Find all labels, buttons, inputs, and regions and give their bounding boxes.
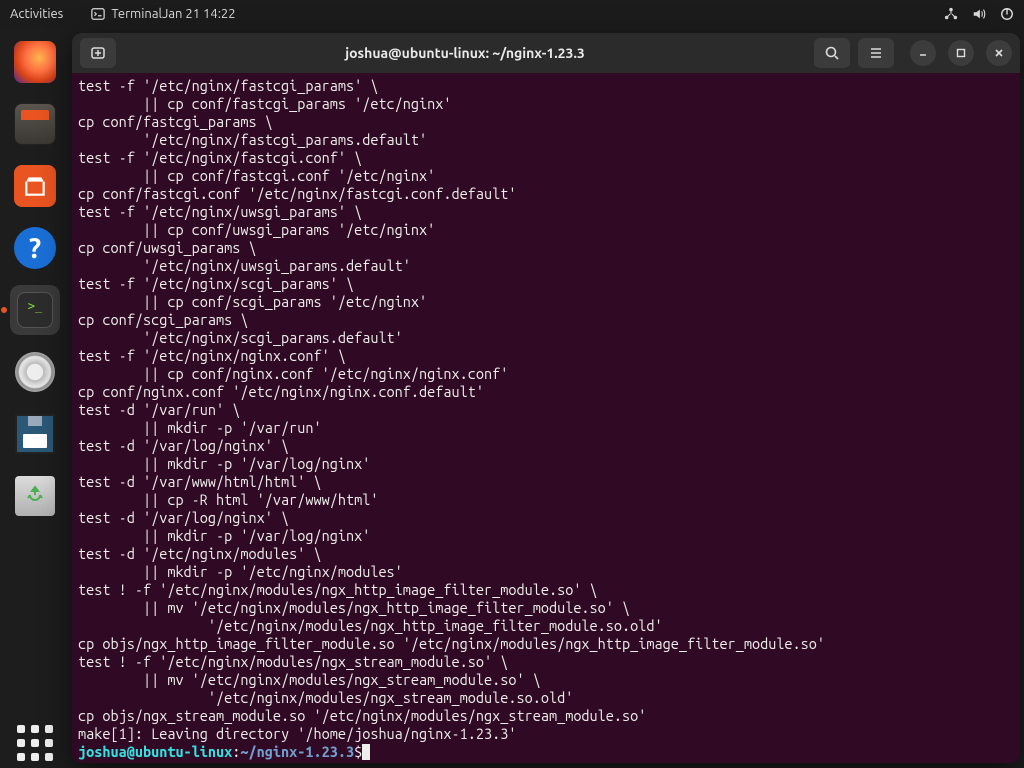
minimize-icon (917, 47, 929, 59)
gnome-topbar: Activities Terminal Jan 21 14:22 (0, 0, 1024, 27)
cursor (362, 744, 370, 760)
activities-button[interactable]: Activities (10, 7, 63, 21)
terminal-output: test -f '/etc/nginx/fastcgi_params' \ ||… (78, 77, 1014, 743)
minimize-button[interactable] (910, 40, 936, 66)
floppy-icon (15, 414, 55, 454)
power-icon[interactable] (1000, 7, 1014, 21)
window-title: joshua@ubuntu-linux: ~/nginx-1.23.3 (124, 45, 806, 61)
disk-icon (15, 352, 55, 392)
activities-label: Activities (10, 7, 63, 21)
prompt-user: joshua@ubuntu-linux (78, 743, 232, 760)
help-icon: ? (14, 227, 56, 269)
dock-files[interactable] (10, 99, 60, 149)
dock-show-apps[interactable] (10, 718, 60, 768)
dock-terminal[interactable]: >_ (10, 285, 60, 335)
clock[interactable]: Jan 21 14:22 (162, 7, 944, 21)
dock-trash[interactable] (10, 471, 60, 521)
firefox-icon (14, 41, 56, 83)
search-button[interactable] (814, 38, 850, 68)
search-icon (824, 45, 840, 61)
trash-icon (15, 476, 55, 516)
prompt-symbol: $ (354, 743, 362, 760)
prompt-path: ~/nginx-1.23.3 (240, 743, 354, 760)
terminal-body[interactable]: test -f '/etc/nginx/fastcgi_params' \ ||… (72, 73, 1020, 763)
dock-floppy[interactable] (10, 409, 60, 459)
terminal-icon: >_ (17, 292, 53, 328)
terminal-window: joshua@ubuntu-linux: ~/nginx-1.23.3 test… (72, 33, 1020, 763)
apps-grid-icon (17, 725, 53, 761)
volume-icon[interactable] (972, 7, 986, 21)
dock-firefox[interactable] (10, 37, 60, 87)
menu-button[interactable] (858, 38, 894, 68)
dock-disk[interactable] (10, 347, 60, 397)
maximize-icon (956, 48, 966, 58)
current-app-indicator[interactable]: Terminal (91, 7, 162, 21)
current-app-label: Terminal (111, 7, 162, 21)
close-button[interactable] (986, 40, 1012, 66)
dock-help[interactable]: ? (10, 223, 60, 273)
maximize-button[interactable] (948, 40, 974, 66)
dock: ? >_ (0, 27, 70, 768)
close-icon (993, 47, 1005, 59)
new-tab-button[interactable] (80, 38, 116, 68)
hamburger-icon (868, 45, 884, 61)
software-icon (14, 165, 56, 207)
terminal-app-icon (91, 7, 105, 21)
dock-software[interactable] (10, 161, 60, 211)
terminal-titlebar: joshua@ubuntu-linux: ~/nginx-1.23.3 (72, 33, 1020, 73)
network-icon[interactable] (944, 7, 958, 21)
files-icon (14, 103, 56, 145)
new-tab-icon (90, 45, 106, 61)
